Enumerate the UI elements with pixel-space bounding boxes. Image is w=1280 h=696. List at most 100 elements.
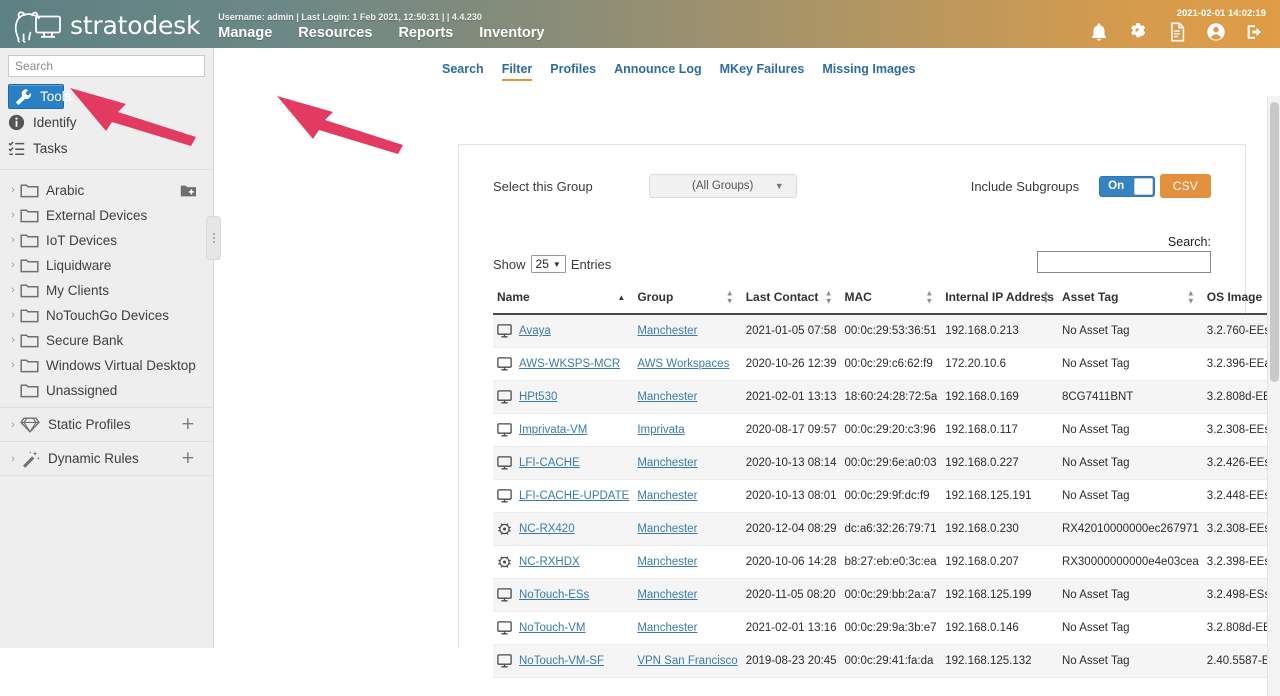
device-name-link[interactable]: NC-RXHDX (519, 556, 580, 568)
chevron-right-icon[interactable]: › (6, 210, 20, 221)
add-static-profile-button[interactable]: + (181, 416, 195, 433)
document-icon[interactable] (1166, 21, 1188, 43)
cell-group[interactable]: VPN San Francisco (633, 644, 742, 678)
tree-item-secure-bank[interactable]: › Secure Bank (0, 328, 213, 353)
chevron-right-icon[interactable]: › (6, 285, 20, 296)
table-row[interactable]: NC-RXHDX Manchester 2020-10-06 14:28 b8:27:… (493, 545, 1280, 579)
cell-name[interactable]: NC-RX420 (493, 512, 634, 546)
chevron-right-icon[interactable]: › (6, 360, 20, 371)
panel-splitter-handle[interactable] (206, 216, 221, 260)
group-link[interactable]: Imprivata (637, 424, 684, 436)
add-folder-icon[interactable] (180, 184, 197, 198)
table-row[interactable]: Avaya Manchester 2021-01-05 07:58 00:0c:29:… (493, 314, 1280, 348)
chevron-right-icon[interactable]: › (6, 310, 20, 321)
search-input[interactable] (8, 55, 205, 77)
chevron-right-icon[interactable]: › (6, 235, 20, 246)
bell-icon[interactable] (1088, 21, 1110, 43)
column-header-asset-tag[interactable]: Asset Tag ▲ ▼ (1057, 282, 1203, 315)
cell-group[interactable]: Manchester (633, 446, 742, 480)
device-name-link[interactable]: Avaya (519, 325, 551, 337)
cell-group[interactable]: Imprivata (633, 413, 742, 447)
cell-name[interactable]: AWS-WKSPS-MCR (493, 347, 634, 381)
cell-name[interactable]: NoTouch-VM-SF (493, 644, 634, 678)
cell-group[interactable]: Manchester (633, 578, 742, 612)
cell-group[interactable]: Manchester (633, 479, 742, 513)
column-header-group[interactable]: Group ▲ ▼ (633, 282, 742, 315)
device-name-link[interactable]: LFI-CACHE-UPDATE (519, 490, 629, 502)
nav-item-reports[interactable]: Reports (398, 25, 453, 45)
device-name-link[interactable]: NC-RX420 (519, 523, 575, 535)
device-name-link[interactable]: NoTouch-VM-SF (519, 655, 604, 667)
device-name-link[interactable]: Imprivata-VM (519, 424, 587, 436)
group-link[interactable]: AWS Workspaces (637, 358, 729, 370)
table-row[interactable]: NoTouch-VM-SF VPN San Francisco 2019-08-23… (493, 644, 1280, 678)
cell-group[interactable]: Manchester (633, 611, 742, 645)
table-row[interactable]: NoTouch-VM Manchester 2021-02-01 13:16 00:0… (493, 611, 1280, 645)
cell-group[interactable]: Manchester (633, 380, 742, 414)
sidebar-item-dynamic-rules[interactable]: › Dynamic Rules + (0, 442, 213, 476)
cell-name[interactable]: HPt530 (493, 380, 634, 414)
cell-name[interactable]: Avaya (493, 314, 634, 348)
sidebar-item-tools[interactable]: Tools (8, 84, 72, 109)
table-row[interactable]: HPt530 Manchester 2021-02-01 13:13 18:60:24… (493, 380, 1280, 414)
cell-name[interactable]: NC-RXHDX (493, 545, 634, 579)
chevron-right-icon[interactable]: › (6, 453, 20, 465)
tab-mkey-failures[interactable]: MKey Failures (720, 62, 805, 81)
cell-name[interactable]: LFI-CACHE-UPDATE (493, 479, 634, 513)
group-select-dropdown[interactable]: (All Groups) ▼ (648, 174, 797, 198)
table-row[interactable]: LFI-CACHE Manchester 2020-10-13 08:14 00:0c… (493, 446, 1280, 480)
nav-item-manage[interactable]: Manage (218, 25, 272, 45)
entries-per-page-select[interactable]: 25 ▼ (530, 255, 566, 273)
column-header-internal-ip[interactable]: Internal IP Address ▲ ▼ (941, 282, 1058, 315)
gears-icon[interactable] (1127, 21, 1149, 43)
chevron-right-icon[interactable]: › (6, 260, 20, 271)
table-row[interactable]: LFI-CACHE-UPDATE Manchester 2020-10-13 08:… (493, 479, 1280, 513)
user-icon[interactable] (1205, 21, 1227, 43)
column-header-last-contact[interactable]: Last Contact ▲ ▼ (741, 282, 841, 315)
csv-export-button[interactable]: CSV (1159, 174, 1211, 198)
cell-group[interactable]: Manchester (633, 314, 742, 348)
tree-item-iot-devices[interactable]: › IoT Devices (0, 228, 213, 253)
column-header-mac[interactable]: MAC ▲ ▼ (840, 282, 942, 315)
tab-filter[interactable]: Filter (501, 62, 532, 81)
group-link[interactable]: Manchester (637, 325, 697, 337)
tab-profiles[interactable]: Profiles (550, 62, 596, 81)
group-link[interactable]: Manchester (637, 391, 697, 403)
sidebar-item-tasks[interactable]: Tasks (0, 136, 213, 161)
table-search-input[interactable] (1037, 251, 1211, 273)
column-header-name[interactable]: Name ▲ (493, 282, 634, 315)
table-row[interactable]: Imprivata-VM Imprivata 2020-08-17 09:57 00:… (493, 413, 1280, 447)
group-link[interactable]: Manchester (637, 556, 697, 568)
nav-item-inventory[interactable]: Inventory (479, 25, 544, 45)
tree-item-external-devices[interactable]: › External Devices (0, 203, 213, 228)
chevron-right-icon[interactable]: › (6, 419, 20, 431)
cell-name[interactable]: NoTouch-ESs (493, 578, 634, 612)
group-link[interactable]: VPN San Francisco (637, 655, 737, 667)
cell-name[interactable]: NoTouch-VM (493, 611, 634, 645)
tree-item-windows-virtual-desktop[interactable]: › Windows Virtual Desktop (0, 353, 213, 378)
device-name-link[interactable]: LFI-CACHE (519, 457, 580, 469)
group-link[interactable]: Manchester (637, 622, 697, 634)
cell-name[interactable]: Imprivata-VM (493, 413, 634, 447)
group-link[interactable]: Manchester (637, 457, 697, 469)
tab-missing-images[interactable]: Missing Images (822, 62, 915, 81)
table-row[interactable]: NC-RX420 Manchester 2020-12-04 08:29 dc:a6:… (493, 512, 1280, 546)
cell-name[interactable]: LFI-CACHE (493, 446, 634, 480)
group-link[interactable]: Manchester (637, 523, 697, 535)
sidebar-item-static-profiles[interactable]: › Static Profiles + (0, 408, 213, 442)
include-subgroups-toggle[interactable]: On (1099, 175, 1156, 197)
device-name-link[interactable]: NoTouch-ESs (519, 589, 589, 601)
cell-group[interactable]: Manchester (633, 545, 742, 579)
nav-item-resources[interactable]: Resources (298, 25, 372, 45)
group-link[interactable]: Manchester (637, 490, 697, 502)
chevron-right-icon[interactable]: › (6, 185, 20, 196)
tree-item-notouchgo-devices[interactable]: › NoTouchGo Devices (0, 303, 213, 328)
tab-search[interactable]: Search (442, 62, 484, 81)
tree-item-unassigned[interactable]: Unassigned (0, 378, 213, 403)
device-name-link[interactable]: AWS-WKSPS-MCR (519, 358, 620, 370)
logout-icon[interactable] (1244, 21, 1266, 43)
table-row[interactable]: NoTouch-ESs Manchester 2020-11-05 08:20 00:… (493, 578, 1280, 612)
scrollbar-thumb[interactable] (1270, 102, 1279, 382)
tree-item-my-clients[interactable]: › My Clients (0, 278, 213, 303)
tree-item-arabic[interactable]: › Arabic (0, 178, 213, 203)
